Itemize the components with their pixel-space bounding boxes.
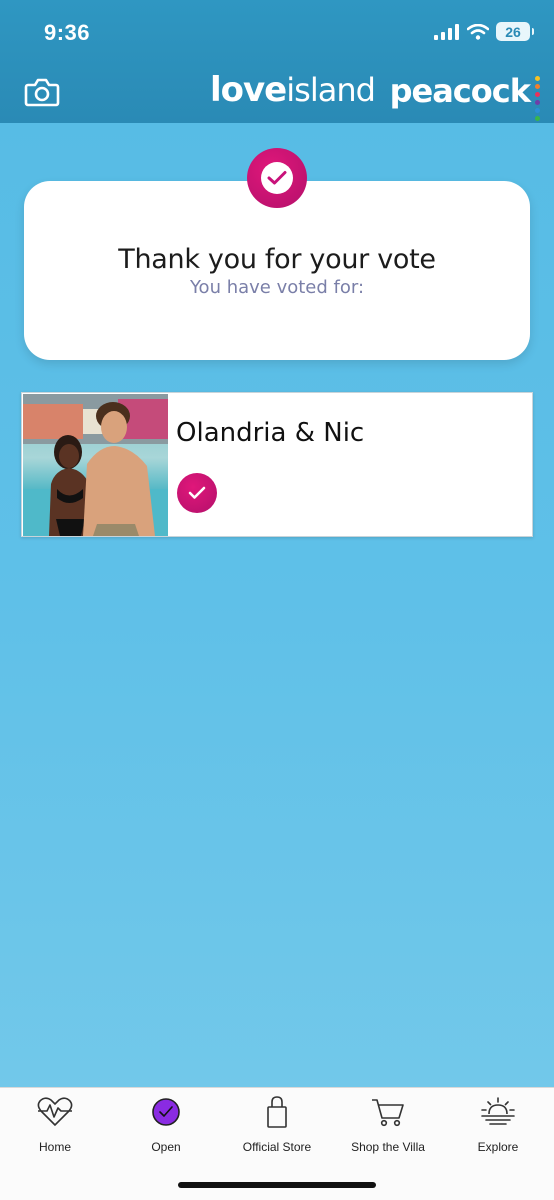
confirmation-subtitle: You have voted for:	[189, 277, 365, 298]
app-header: 9:36 26 love island peacock	[0, 0, 554, 123]
tab-home-label: Home	[38, 1140, 71, 1154]
camera-button[interactable]	[24, 76, 60, 108]
tab-shop-the-villa[interactable]: Shop the Villa	[333, 1094, 443, 1164]
logo-island-text: island	[286, 71, 376, 109]
tab-shop-the-villa-label: Shop the Villa	[351, 1140, 425, 1154]
cellular-signal-icon	[434, 23, 459, 40]
logo-love-text: love	[210, 70, 287, 110]
love-island-logo: love island	[210, 70, 376, 110]
tab-open-label: Open	[151, 1140, 181, 1154]
heartbeat-icon	[37, 1097, 73, 1127]
tab-explore[interactable]: Explore	[443, 1094, 553, 1164]
camera-icon	[24, 78, 60, 107]
checkmark-icon	[188, 486, 206, 499]
battery-indicator: 26	[496, 22, 534, 41]
checkmark-icon	[267, 171, 287, 185]
peacock-logo: peacock	[389, 72, 531, 110]
peacock-dots-icon	[535, 76, 540, 121]
couple-selected-indicator	[177, 473, 217, 513]
voted-couple-card: Olandria & Nic	[21, 392, 533, 537]
vote-check-icon	[152, 1098, 180, 1126]
shopping-bag-icon	[267, 1096, 287, 1128]
sunrise-icon	[481, 1097, 515, 1125]
tab-explore-label: Explore	[477, 1140, 519, 1154]
wifi-icon	[467, 23, 489, 40]
home-indicator[interactable]	[178, 1182, 376, 1188]
battery-level: 26	[505, 23, 521, 40]
confirmation-title: Thank you for your vote	[118, 244, 436, 275]
couple-name: Olandria & Nic	[176, 418, 365, 448]
status-time: 9:36	[44, 20, 91, 45]
tab-official-store[interactable]: Official Store	[222, 1094, 332, 1164]
vote-success-badge	[247, 148, 307, 208]
status-icons: 26	[434, 22, 534, 41]
tab-open[interactable]: Open	[111, 1094, 221, 1164]
cart-icon	[372, 1099, 404, 1127]
tab-home[interactable]: Home	[0, 1094, 110, 1164]
couple-photo	[23, 394, 168, 536]
tab-official-store-label: Official Store	[242, 1140, 312, 1154]
